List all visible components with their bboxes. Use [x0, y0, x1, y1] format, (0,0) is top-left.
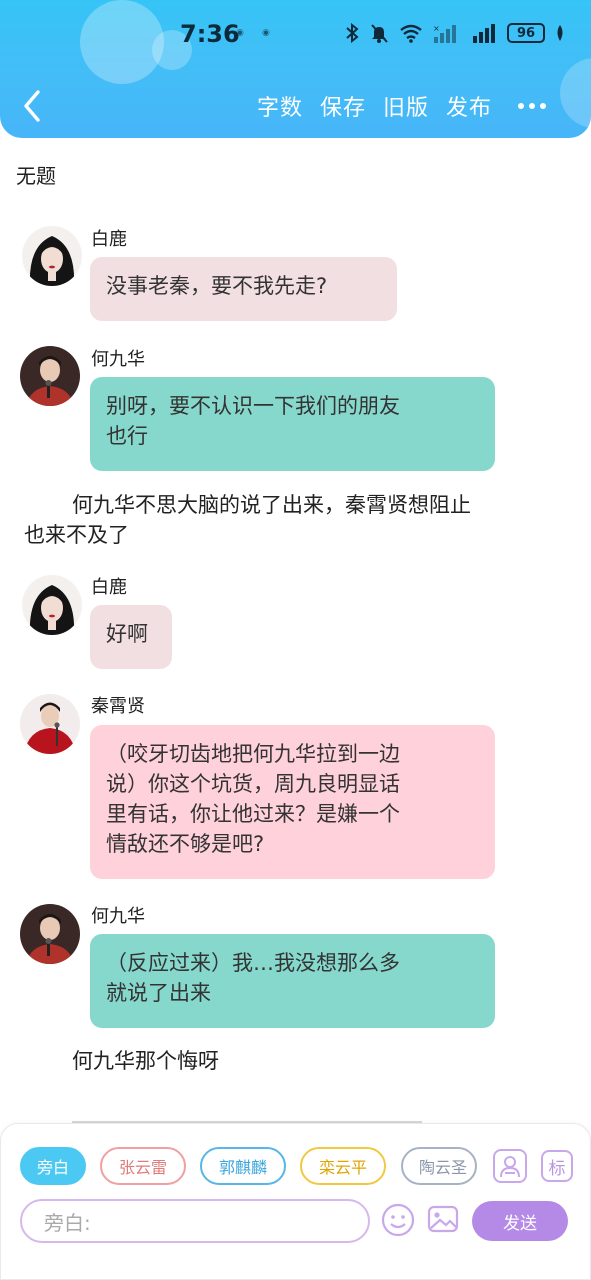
message-line: 别呀，要不认识一下我们的朋友: [106, 394, 400, 418]
avatar-portrait-icon: [22, 226, 82, 286]
message-line: 也行: [106, 424, 148, 448]
avatar-portrait-icon: [20, 904, 80, 964]
message-line: 就说了出来: [106, 981, 211, 1005]
message-text: 好啊: [106, 622, 148, 646]
message-bubble[interactable]: 别呀，要不认识一下我们的朋友 也行: [90, 377, 495, 471]
avatar-hejiuhua[interactable]: [20, 346, 80, 406]
more-options-button[interactable]: [518, 103, 546, 109]
decor-bubble: [560, 58, 591, 128]
speaker-name: 秦霄贤: [91, 696, 145, 717]
save-button[interactable]: 保存: [320, 90, 366, 122]
header-bar: 7:36 ◉ ◉ × 96 字数 保存 旧版 发布: [0, 0, 591, 138]
chevron-left-icon: [24, 90, 40, 122]
status-time: 7:36: [180, 20, 240, 48]
publish-button[interactable]: 发布: [446, 90, 492, 122]
person-icon: [500, 1156, 520, 1178]
message-line: 里有话，你让他过来？是嫌一个: [106, 802, 400, 826]
svg-text:×: ×: [433, 24, 440, 33]
mute-bell-icon: [371, 24, 388, 43]
status-bar: 7:36 ◉ ◉ × 96: [0, 14, 591, 54]
role-chip-zhangyunlei[interactable]: 张云雷: [100, 1147, 186, 1185]
more-dot-icon: [540, 103, 546, 109]
narration-line[interactable]: 何九华那个悔呀: [72, 1046, 219, 1076]
message-line: 情敌还不够是吧?: [106, 832, 265, 856]
signal-4g-icon: [473, 24, 495, 43]
signal-icon: ×: [433, 24, 456, 43]
message-line: 说）你这个坑货，周九良明显话: [106, 772, 400, 796]
avatar-portrait-icon: [22, 575, 82, 635]
status-icons: × 96: [345, 20, 565, 46]
message-bubble[interactable]: 没事老秦，要不我先走?: [90, 257, 397, 321]
battery-indicator: 96: [507, 23, 545, 43]
word-count-button[interactable]: 字数: [257, 90, 303, 122]
speaker-name: 何九华: [91, 349, 145, 370]
editor-screen: 7:36 ◉ ◉ × 96 字数 保存 旧版 发布 无题 白鹿 没事老秦，要不我…: [0, 0, 591, 1280]
speaker-name: 白鹿: [91, 229, 127, 250]
image-button[interactable]: [427, 1203, 459, 1235]
emoji-button[interactable]: [381, 1203, 415, 1237]
role-chip-narration[interactable]: 旁白: [20, 1147, 86, 1185]
charging-leaf-icon: [557, 25, 563, 41]
message-text: 没事老秦，要不我先走?: [106, 274, 328, 298]
role-chip-guoqilin[interactable]: 郭麒麟: [200, 1147, 286, 1185]
message-input[interactable]: 旁白:: [20, 1199, 370, 1243]
more-dot-icon: [518, 103, 524, 109]
toolbar: 字数 保存 旧版 发布: [257, 90, 492, 122]
avatar-qinxiaoxian[interactable]: [20, 694, 80, 754]
wifi-icon: [400, 24, 422, 43]
old-version-button[interactable]: 旧版: [383, 90, 429, 122]
send-button[interactable]: 发送: [472, 1201, 568, 1241]
message-bubble[interactable]: （反应过来）我…我没想那么多 就说了出来: [90, 934, 495, 1028]
speaker-name: 白鹿: [91, 577, 127, 598]
avatar-bailu[interactable]: [22, 575, 82, 635]
back-button[interactable]: [18, 88, 48, 124]
bluetooth-icon: [346, 23, 359, 43]
smiley-icon: [381, 1203, 415, 1237]
tag-button[interactable]: 标: [541, 1150, 573, 1182]
notification-icon: ◉: [236, 28, 244, 38]
notification-icon: ◉: [262, 28, 270, 38]
message-bubble[interactable]: 好啊: [90, 605, 172, 669]
avatar-portrait-icon: [20, 694, 80, 754]
message-line: （咬牙切齿地把何九华拉到一边: [106, 742, 400, 766]
avatar-bailu[interactable]: [22, 226, 82, 286]
image-icon: [427, 1205, 459, 1233]
narration-line[interactable]: 也来不及了: [24, 520, 129, 550]
role-chip-luanyunping[interactable]: 栾云平: [300, 1147, 386, 1185]
avatar-portrait-icon: [20, 346, 80, 406]
role-chip-taoyunsheng[interactable]: 陶云圣: [401, 1147, 477, 1185]
role-manage-button[interactable]: [493, 1149, 527, 1183]
document-title[interactable]: 无题: [16, 160, 56, 189]
message-line: （反应过来）我…我没想那么多: [106, 951, 400, 975]
more-dot-icon: [529, 103, 535, 109]
message-bubble[interactable]: （咬牙切齿地把何九华拉到一边 说）你这个坑货，周九良明显话 里有话，你让他过来？…: [90, 725, 495, 879]
narration-line[interactable]: 何九华不思大脑的说了出来，秦霄贤想阻止: [72, 490, 471, 520]
avatar-hejiuhua[interactable]: [20, 904, 80, 964]
speaker-name: 何九华: [91, 906, 145, 927]
